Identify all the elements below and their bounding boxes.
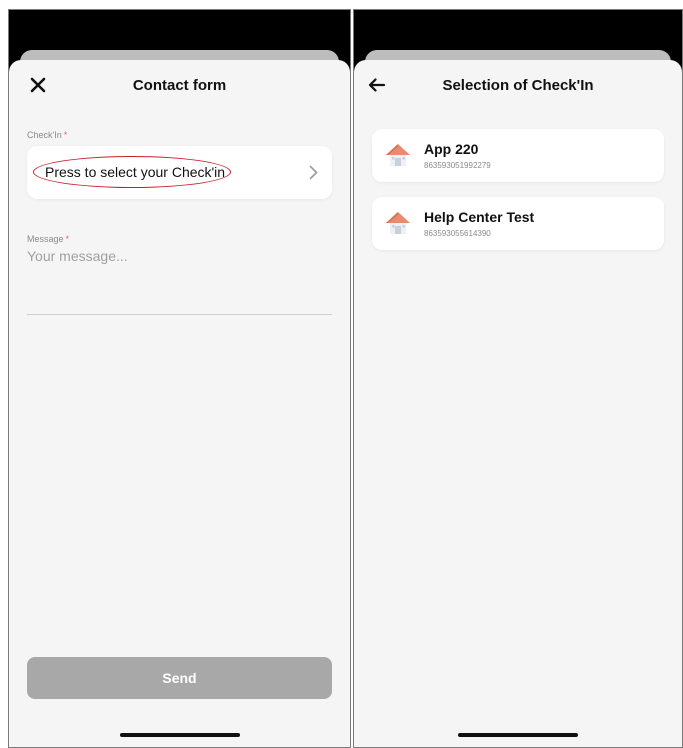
required-mark: *	[65, 234, 70, 244]
contact-form-header: Contact form	[9, 60, 350, 110]
checkin-item-number: 863593055614390	[424, 229, 491, 238]
checkin-item-number: 863593051992279	[424, 161, 491, 170]
house-icon	[384, 210, 412, 241]
message-label-text: Message	[27, 234, 64, 244]
checkin-item-app-220[interactable]: App 220 863593051992279	[372, 129, 664, 182]
page-title: Contact form	[132, 77, 227, 94]
selection-header: Selection of Check'In	[354, 60, 682, 110]
checkin-item-help-center-test[interactable]: Help Center Test 863593055614390	[372, 197, 664, 250]
checkin-label-text: Check'In	[27, 130, 62, 140]
checkin-select-text: Press to select your Check'in	[45, 164, 226, 180]
checkin-selection-screen: Selection of Check'In App 220 8635930519…	[353, 9, 683, 748]
contact-form-screen: Contact form Check'In * Press to select y…	[8, 9, 351, 748]
contact-form-sheet: Contact form Check'In * Press to select y…	[9, 60, 350, 747]
checkin-item-name: App 220	[424, 141, 479, 157]
checkin-field-label: Check'In *	[27, 130, 67, 140]
house-icon	[384, 142, 412, 173]
checkin-select[interactable]: Press to select your Check'in	[27, 146, 332, 199]
message-field-label: Message *	[27, 234, 69, 244]
checkin-selection-sheet: Selection of Check'In App 220 8635930519…	[354, 60, 682, 747]
required-mark: *	[63, 130, 68, 140]
home-indicator	[119, 733, 240, 737]
send-button[interactable]: Send	[27, 657, 332, 699]
message-placeholder: Your message...	[27, 248, 128, 264]
page-title: Selection of Check'In	[442, 77, 594, 94]
home-indicator	[458, 733, 578, 737]
chevron-right-icon	[309, 165, 318, 185]
checkin-item-name: Help Center Test	[424, 209, 535, 225]
message-input[interactable]: Your message...	[27, 248, 332, 315]
